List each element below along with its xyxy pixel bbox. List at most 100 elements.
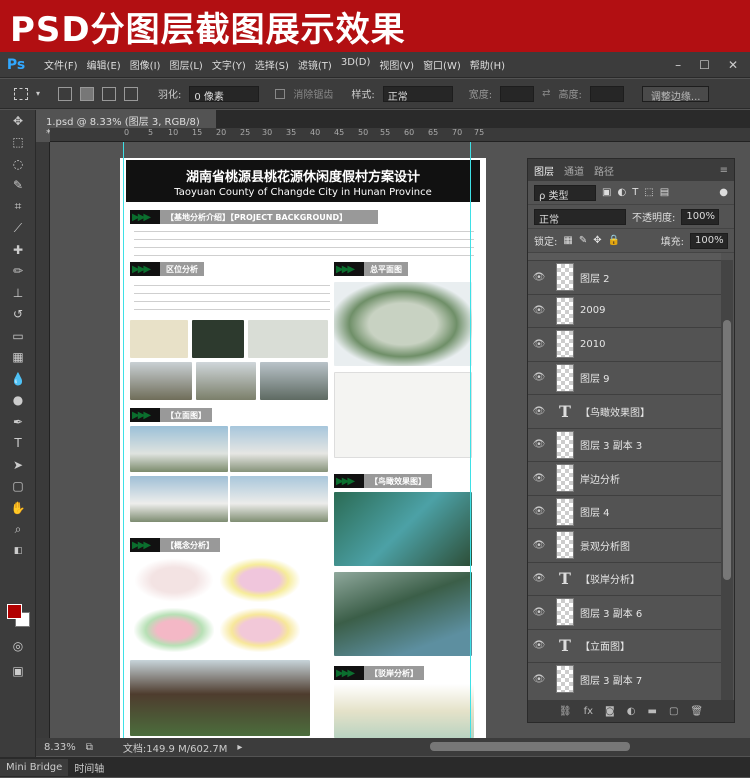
link-icon[interactable]: ⛓	[559, 706, 572, 717]
move-tool-icon[interactable]: ✥	[0, 110, 36, 132]
document-tab[interactable]: 1.psd @ 8.33% (图层 3, RGB/8) * ×	[36, 110, 216, 139]
tab-channels[interactable]: 通道	[564, 163, 584, 178]
lasso-tool-icon[interactable]: ◌	[0, 153, 36, 175]
menu-edit[interactable]: 编辑(E)	[87, 57, 121, 72]
type-tool-icon[interactable]: T	[0, 433, 36, 455]
visibility-eye-icon[interactable]: 👁	[528, 640, 550, 651]
tab-paths[interactable]: 路径	[594, 163, 614, 178]
foreground-color-swatch[interactable]	[7, 604, 22, 619]
layer-filter-select[interactable]: ρ 类型	[534, 184, 596, 202]
fill-input[interactable]: 100%	[690, 232, 728, 249]
menu-window[interactable]: 窗口(W)	[423, 57, 461, 72]
visibility-eye-icon[interactable]: 👁	[528, 506, 550, 517]
zoom-level[interactable]: 8.33%	[44, 742, 76, 753]
lock-paint-icon[interactable]: ✎	[579, 235, 587, 246]
status-export-icon[interactable]: ⧉	[86, 742, 93, 753]
lock-transparency-icon[interactable]: ▦	[563, 235, 572, 246]
default-colors-icon[interactable]: ◧	[0, 540, 36, 562]
gradient-tool-icon[interactable]: ▦	[0, 347, 36, 369]
add-selection-icon[interactable]	[80, 86, 95, 101]
tab-layers[interactable]: 图层	[534, 163, 554, 178]
layer-row[interactable]: 👁 景观分析图	[528, 529, 721, 563]
layer-row[interactable]: 👁 图层 4	[528, 495, 721, 529]
dodge-tool-icon[interactable]: ●	[0, 390, 36, 412]
chevron-down-icon[interactable]: ▾	[36, 89, 40, 98]
menu-view[interactable]: 视图(V)	[379, 57, 414, 72]
pen-tool-icon[interactable]: ✒	[0, 411, 36, 433]
subtract-selection-icon[interactable]	[102, 86, 117, 101]
layer-row[interactable]: 👁 图层 2	[528, 261, 721, 295]
status-menu-arrow-icon[interactable]: ▸	[237, 742, 242, 753]
layer-row[interactable]: 👁 T 【鸟瞰效果图】	[528, 395, 721, 429]
visibility-eye-icon[interactable]: 👁	[528, 372, 550, 383]
filter-pixel-icon[interactable]: ▣	[602, 187, 611, 198]
marquee-tool-icon[interactable]	[14, 87, 28, 100]
lock-move-icon[interactable]: ✥	[593, 235, 601, 246]
style-select[interactable]: 正常	[382, 85, 453, 103]
fx-icon[interactable]: fx	[584, 706, 593, 717]
menu-select[interactable]: 选择(S)	[255, 57, 289, 72]
eraser-tool-icon[interactable]: ▭	[0, 325, 36, 347]
hand-tool-icon[interactable]: ✋	[0, 497, 36, 519]
horizontal-scrollbar[interactable]	[430, 742, 630, 751]
filter-toggle-icon[interactable]: ●	[719, 187, 728, 198]
eyedropper-tool-icon[interactable]: ⟋	[0, 218, 36, 240]
clone-stamp-tool-icon[interactable]: ⊥	[0, 282, 36, 304]
guide-line[interactable]	[123, 142, 124, 738]
layer-row[interactable]: 👁 图层 3 副本 3	[528, 428, 721, 462]
opacity-input[interactable]: 100%	[681, 208, 720, 225]
filter-smart-icon[interactable]: ▤	[660, 187, 669, 198]
visibility-eye-icon[interactable]: 👁	[528, 473, 550, 484]
antialias-checkbox[interactable]	[275, 88, 286, 99]
menu-3d[interactable]: 3D(D)	[341, 57, 371, 72]
layer-row[interactable]: 👁 T 【驳岸分析】	[528, 562, 721, 596]
layer-row[interactable]: 👁 岸边分析	[528, 462, 721, 496]
screen-mode-icon[interactable]: ▣	[0, 660, 36, 682]
scrollbar-thumb[interactable]	[723, 320, 731, 580]
visibility-eye-icon[interactable]: 👁	[528, 607, 550, 618]
new-layer-icon[interactable]: ▢	[669, 706, 678, 717]
filter-adjustment-icon[interactable]: ◐	[617, 187, 626, 198]
layers-scrollbar[interactable]	[721, 260, 733, 700]
minimize-icon[interactable]: –	[675, 58, 681, 72]
adjustment-icon[interactable]: ◐	[627, 706, 636, 717]
visibility-eye-icon[interactable]: 👁	[528, 406, 550, 417]
width-input[interactable]	[500, 85, 535, 102]
panel-menu-icon[interactable]: ≡	[720, 165, 734, 176]
visibility-eye-icon[interactable]: 👁	[528, 305, 550, 316]
height-input[interactable]	[589, 85, 624, 102]
maximize-icon[interactable]: ☐	[699, 58, 710, 72]
menu-help[interactable]: 帮助(H)	[470, 57, 505, 72]
trash-icon[interactable]: 🗑	[690, 706, 703, 717]
zoom-tool-icon[interactable]: ⌕	[0, 519, 36, 541]
guide-line[interactable]	[470, 142, 471, 738]
layer-row[interactable]: 👁 图层 3 副本 6	[528, 596, 721, 630]
refine-edge-button[interactable]: 调整边缘...	[641, 85, 710, 103]
menu-image[interactable]: 图像(I)	[130, 57, 161, 72]
blend-mode-select[interactable]: 正常	[534, 208, 626, 226]
lock-all-icon[interactable]: 🔒	[608, 235, 620, 246]
menu-file[interactable]: 文件(F)	[44, 57, 78, 72]
menu-type[interactable]: 文字(Y)	[212, 57, 246, 72]
layer-row[interactable]: 👁 图层 3 副本 7	[528, 663, 721, 693]
menu-layer[interactable]: 图层(L)	[169, 57, 202, 72]
document-canvas[interactable]: 湖南省桃源县桃花源休闲度假村方案设计 Taoyuan County of Cha…	[120, 158, 486, 740]
layer-row[interactable]: 👁 2010	[528, 328, 721, 362]
history-brush-tool-icon[interactable]: ↺	[0, 304, 36, 326]
visibility-eye-icon[interactable]: 👁	[528, 272, 550, 283]
quick-mask-icon[interactable]: ◎	[0, 635, 36, 657]
filter-shape-icon[interactable]: ⬚	[644, 187, 653, 198]
feather-input[interactable]: 0 像素	[189, 85, 260, 103]
intersect-selection-icon[interactable]	[124, 86, 139, 101]
new-selection-icon[interactable]	[58, 86, 73, 101]
healing-brush-tool-icon[interactable]: ✚	[0, 239, 36, 261]
blur-tool-icon[interactable]: 💧	[0, 368, 36, 390]
rect-marquee-tool-icon[interactable]: ⬚	[0, 132, 36, 154]
folder-icon[interactable]: ▬	[647, 706, 656, 717]
swap-icon[interactable]: ⇄	[542, 88, 550, 99]
mask-icon[interactable]: ◙	[605, 706, 615, 717]
visibility-eye-icon[interactable]: 👁	[528, 439, 550, 450]
layer-row[interactable]: 👁 T 【立面图】	[528, 629, 721, 663]
crop-tool-icon[interactable]: ⌗	[0, 196, 36, 218]
tab-mini-bridge[interactable]: Mini Bridge	[0, 758, 69, 776]
